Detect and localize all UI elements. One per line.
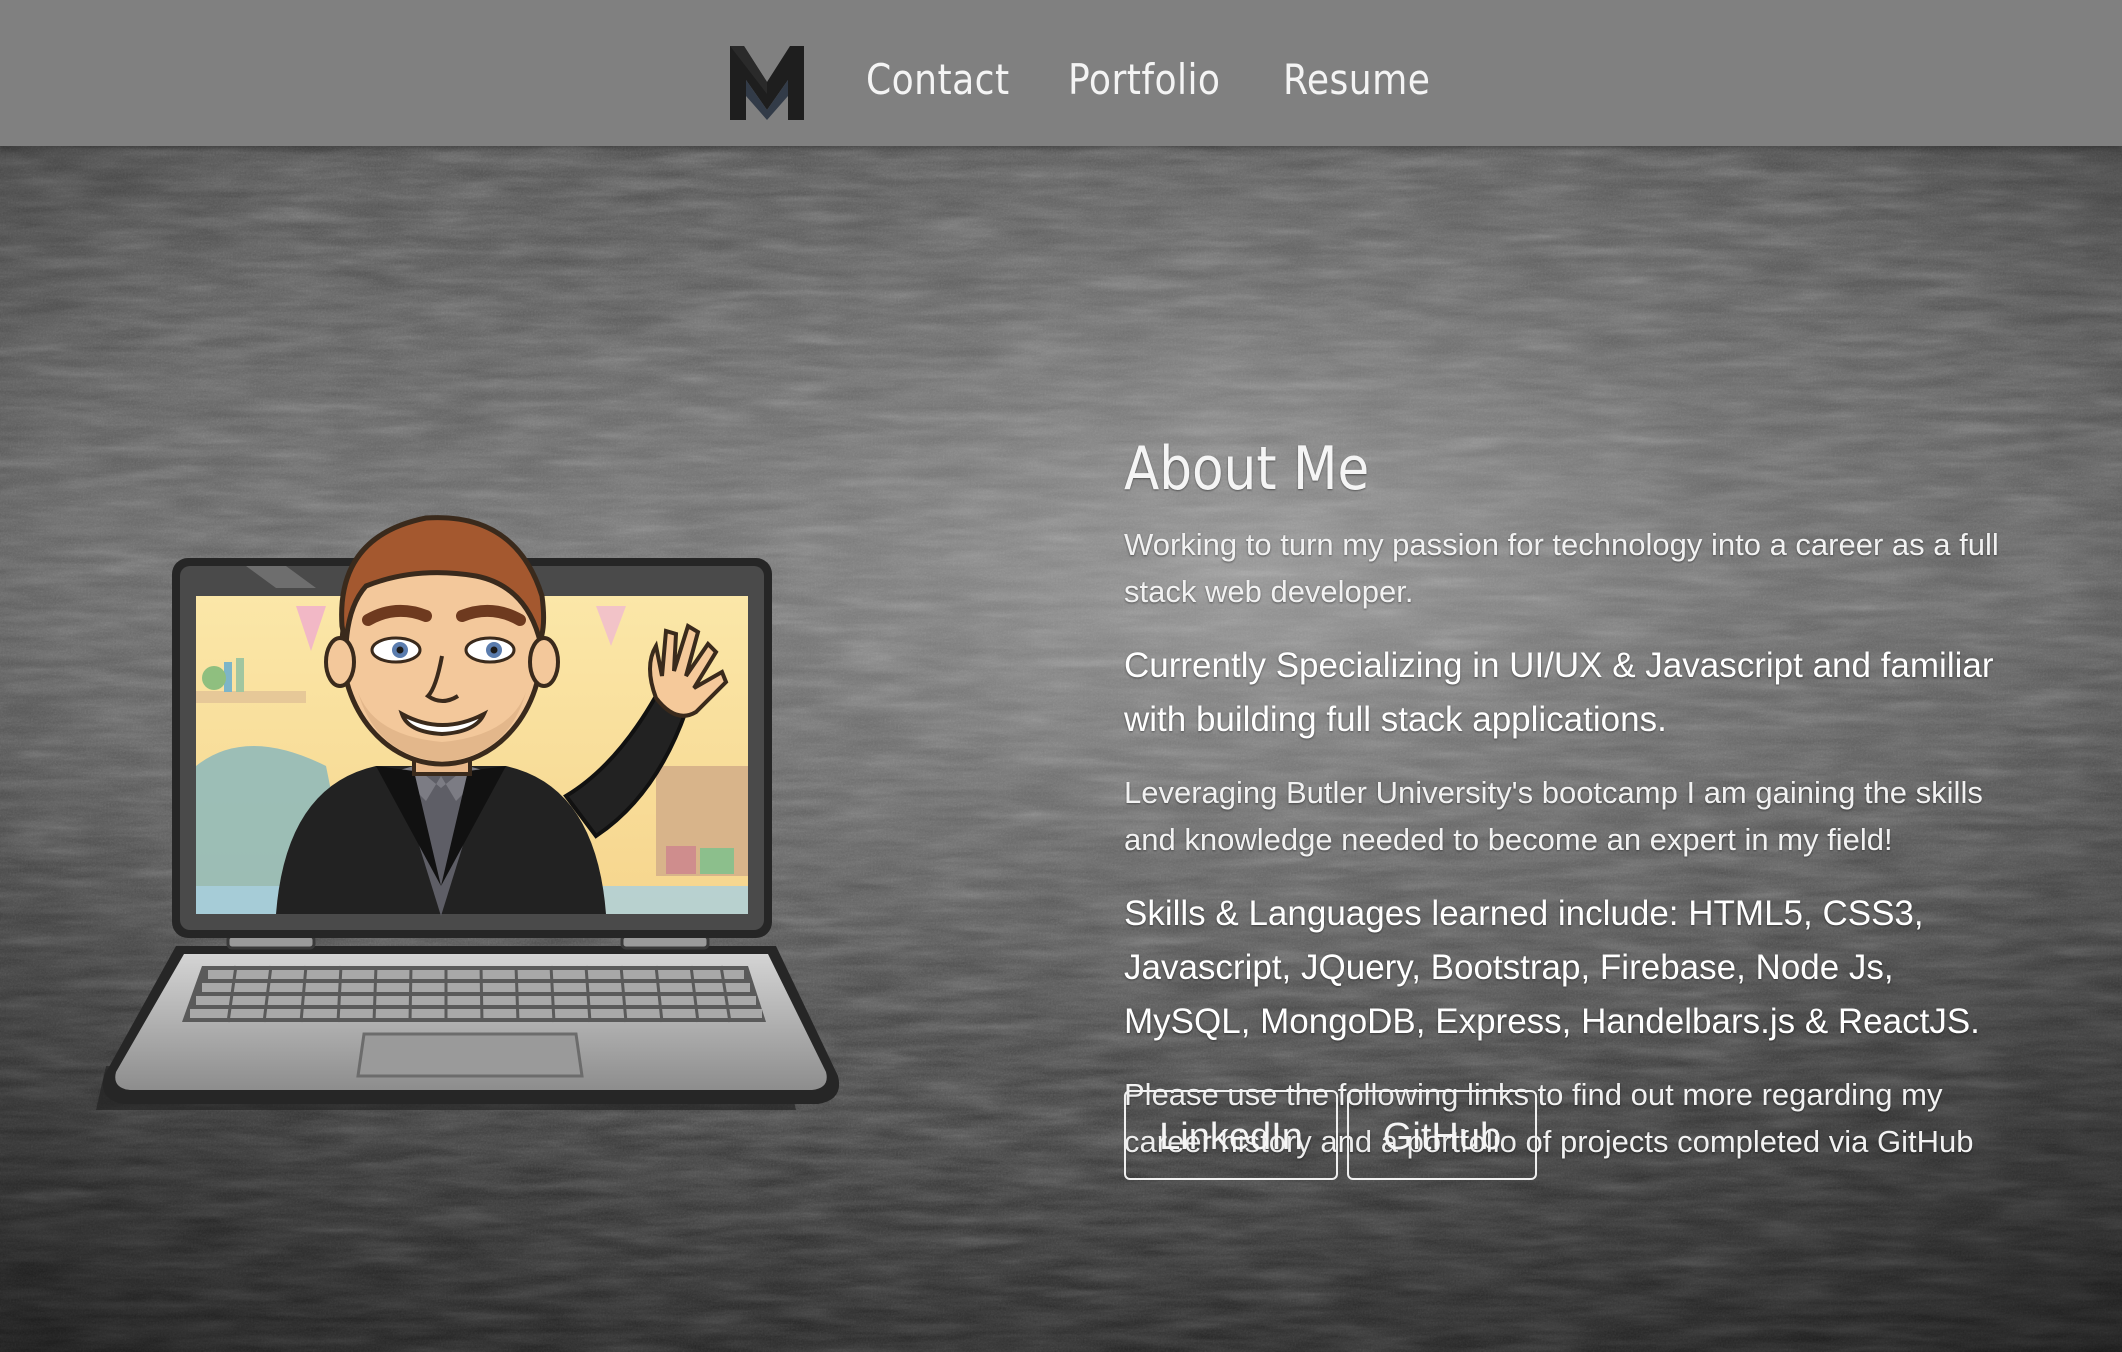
nav-link-portfolio[interactable]: Portfolio <box>1068 50 1220 110</box>
about-me-heading: About Me <box>1124 434 1370 504</box>
m-logo-icon[interactable] <box>730 46 804 120</box>
top-navbar: Contact Portfolio Resume <box>0 0 2122 146</box>
about-specialization-paragraph: Currently Specializing in UI/UX & Javasc… <box>1124 646 1994 739</box>
about-intro-paragraph: Working to turn my passion for technolog… <box>1124 527 1999 609</box>
about-skills-paragraph: Skills & Languages learned include: HTML… <box>1124 894 1980 1041</box>
nav-link-resume[interactable]: Resume <box>1283 50 1430 110</box>
hero-section: About Me Working to turn my passion for … <box>0 146 2122 1352</box>
github-button[interactable]: GitHub <box>1347 1090 1537 1180</box>
about-bootcamp-paragraph: Leveraging Butler University's bootcamp … <box>1124 775 1983 857</box>
linkedin-button[interactable]: LinkedIn <box>1124 1090 1338 1180</box>
nav-link-contact[interactable]: Contact <box>866 50 1010 110</box>
about-me-section: About Me Working to turn my passion for … <box>1124 431 2024 1189</box>
bitmoji-laptop-waving-illustration <box>96 466 856 1116</box>
